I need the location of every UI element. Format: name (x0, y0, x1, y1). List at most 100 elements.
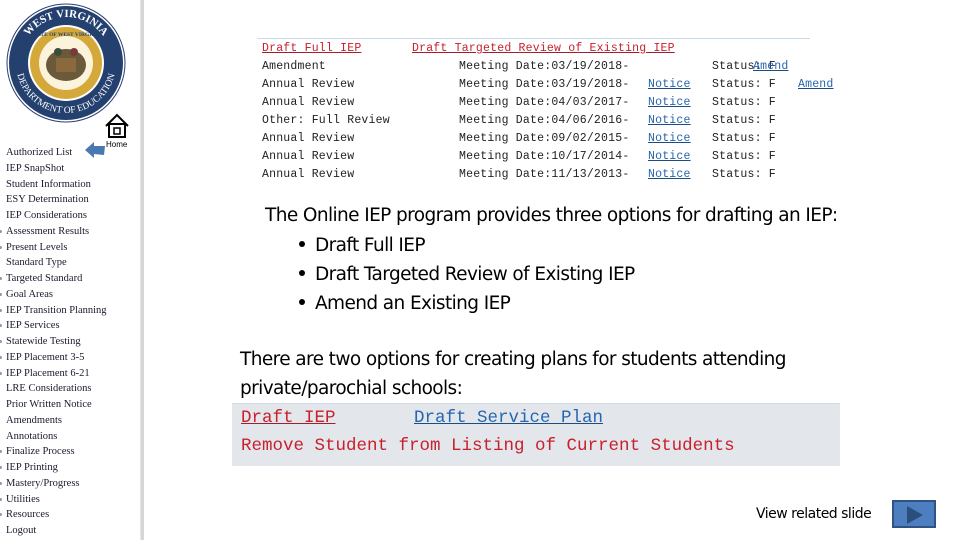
meeting-date: Meeting Date:11/13/2013- (459, 168, 630, 181)
sidebar-item-label: Prior Written Notice (6, 399, 92, 410)
sidebar-divider (140, 0, 144, 540)
view-related-slide-label: View related slide (756, 506, 872, 522)
bullet-icon (0, 450, 2, 454)
iep-type: Annual Review (262, 132, 355, 145)
sidebar-item-label: ESY Determination (6, 194, 89, 206)
remove-student-link[interactable]: Remove Student from Listing of Current S… (241, 436, 735, 456)
iep-status: Status: F (712, 78, 776, 91)
sidebar-item-annotations[interactable]: Annotations (0, 429, 130, 445)
sidebar-item-iep-placement-6-21[interactable]: IEP Placement 6-21 (0, 366, 130, 382)
sidebar-item-mastery-progress[interactable]: Mastery/Progress (0, 476, 130, 492)
bullet-icon (0, 324, 2, 328)
bullet-icon (299, 299, 305, 305)
bullet-icon (0, 371, 2, 375)
option-item: Amend an Existing IEP (299, 291, 635, 320)
meeting-date: Meeting Date:04/03/2017- (459, 96, 630, 109)
private-school-options-panel: Draft IEP Draft Service Plan Remove Stud… (232, 403, 840, 466)
amend-link[interactable]: Amend (753, 60, 789, 73)
sidebar-item-label: Resources (6, 509, 50, 521)
sidebar-item-goal-areas[interactable]: Goal Areas (0, 287, 130, 303)
option-text: Draft Targeted Review of Existing IEP (315, 264, 635, 285)
notice-link[interactable]: Notice (648, 114, 691, 127)
iep-type: Annual Review (262, 78, 355, 91)
bullet-icon (0, 245, 2, 249)
option-text: Amend an Existing IEP (315, 293, 511, 314)
bullet-icon (0, 340, 2, 343)
sidebar-item-present-levels[interactable]: Present Levels (0, 240, 130, 256)
draft-iep-link[interactable]: Draft IEP (241, 408, 336, 428)
sidebar-item-iep-snapshot[interactable]: IEP SnapShot (0, 161, 130, 177)
sidebar-item-utilities[interactable]: Utilities (0, 492, 130, 508)
bullet-icon (0, 513, 2, 517)
intro-text: The Online IEP program provides three op… (265, 205, 838, 226)
notice-link[interactable]: Notice (648, 96, 691, 109)
notice-link[interactable]: Notice (648, 132, 691, 145)
sidebar-item-prior-written-notice[interactable]: Prior Written Notice (0, 397, 130, 413)
sidebar-item-finalize-process[interactable]: Finalize Process (0, 444, 130, 460)
iep-type: Annual Review (262, 150, 355, 163)
draft-full-iep-link[interactable]: Draft Full IEP (262, 42, 361, 55)
bullet-icon (0, 229, 2, 233)
sidebar-item-label: Authorized List (6, 147, 73, 158)
meeting-date: Meeting Date:10/17/2014- (459, 150, 630, 163)
bullet-icon (0, 292, 2, 296)
sidebar-item-statewide-testing[interactable]: Statewide Testing (0, 334, 130, 350)
iep-status: Status: F (712, 168, 776, 181)
bullet-icon (0, 481, 2, 485)
sidebar-item-label: IEP Placement 3-5 (6, 351, 85, 363)
sidebar-item-iep-considerations[interactable]: IEP Considerations (0, 208, 130, 224)
home-button[interactable]: Home (104, 113, 134, 149)
sidebar-item-label: Mastery/Progress (6, 477, 80, 489)
draft-service-plan-link[interactable]: Draft Service Plan (414, 408, 603, 428)
iep-status: Status: F (712, 114, 776, 127)
sidebar-item-targeted-standard[interactable]: Targeted Standard (0, 271, 130, 287)
sidebar-item-label: Finalize Process (6, 446, 75, 458)
sidebar-item-iep-services[interactable]: IEP Services (0, 318, 130, 334)
amend-link[interactable]: Amend (798, 78, 834, 91)
sidebar: WEST VIRGINIA DEPARTMENT OF EDUCATION ST… (0, 0, 141, 540)
sidebar-item-logout[interactable]: Logout (0, 523, 130, 539)
private-schools-text: There are two options for creating plans… (240, 345, 787, 403)
iep-type: Annual Review (262, 168, 355, 181)
draft-targeted-review-link[interactable]: Draft Targeted Review of Existing IEP (412, 42, 675, 55)
sidebar-item-standard-type[interactable]: Standard Type (0, 255, 130, 271)
notice-link[interactable]: Notice (648, 78, 691, 91)
sidebar-item-iep-transition-planning[interactable]: IEP Transition Planning (0, 303, 130, 319)
sidebar-item-label: IEP Placement 6-21 (6, 367, 90, 379)
sidebar-item-label: IEP Transition Planning (6, 304, 107, 316)
sidebar-item-esy-determination[interactable]: ESY Determination (0, 192, 130, 208)
sidebar-item-student-information[interactable]: Student Information (0, 177, 130, 193)
sidebar-item-label: Standard Type (6, 257, 67, 269)
private-schools-line-1: There are two options for creating plans… (240, 349, 787, 370)
iep-type: Amendment (262, 60, 326, 73)
bullet-icon (299, 270, 305, 276)
sidebar-item-amendments[interactable]: Amendments (0, 413, 130, 429)
notice-link[interactable]: Notice (648, 168, 691, 181)
sidebar-item-resources[interactable]: Resources (0, 507, 130, 523)
bullet-icon (0, 355, 2, 359)
sidebar-item-label: IEP Printing (6, 462, 58, 473)
sidebar-item-label: Present Levels (6, 241, 68, 253)
sidebar-item-iep-printing[interactable]: IEP Printing (0, 460, 130, 476)
sidebar-item-label: IEP SnapShot (6, 162, 65, 174)
meeting-date: Meeting Date:09/02/2015- (459, 132, 630, 145)
sidebar-item-label: Assessment Results (6, 225, 90, 237)
bullet-icon (299, 241, 305, 247)
sidebar-item-label: IEP Considerations (6, 210, 87, 221)
bullet-icon (0, 466, 2, 469)
sidebar-item-lre-considerations[interactable]: LRE Considerations (0, 381, 130, 397)
sidebar-item-label: LRE Considerations (6, 383, 92, 395)
play-icon (907, 506, 923, 524)
notice-link[interactable]: Notice (648, 150, 691, 163)
sidebar-item-iep-placement-3-5[interactable]: IEP Placement 3-5 (0, 350, 130, 366)
sidebar-item-label: Utilities (6, 493, 40, 505)
bullet-icon (0, 308, 2, 312)
sidebar-item-assessment-results[interactable]: Assessment Results (0, 224, 130, 240)
sidebar-item-authorized-list[interactable]: Authorized List (0, 145, 130, 161)
bullet-icon (0, 497, 2, 501)
iep-status: Status: F (712, 132, 776, 145)
meeting-date: Meeting Date:03/19/2018- (459, 60, 630, 73)
home-icon (105, 113, 129, 138)
bullet-icon (0, 277, 2, 280)
view-related-slide-button[interactable] (892, 500, 936, 528)
